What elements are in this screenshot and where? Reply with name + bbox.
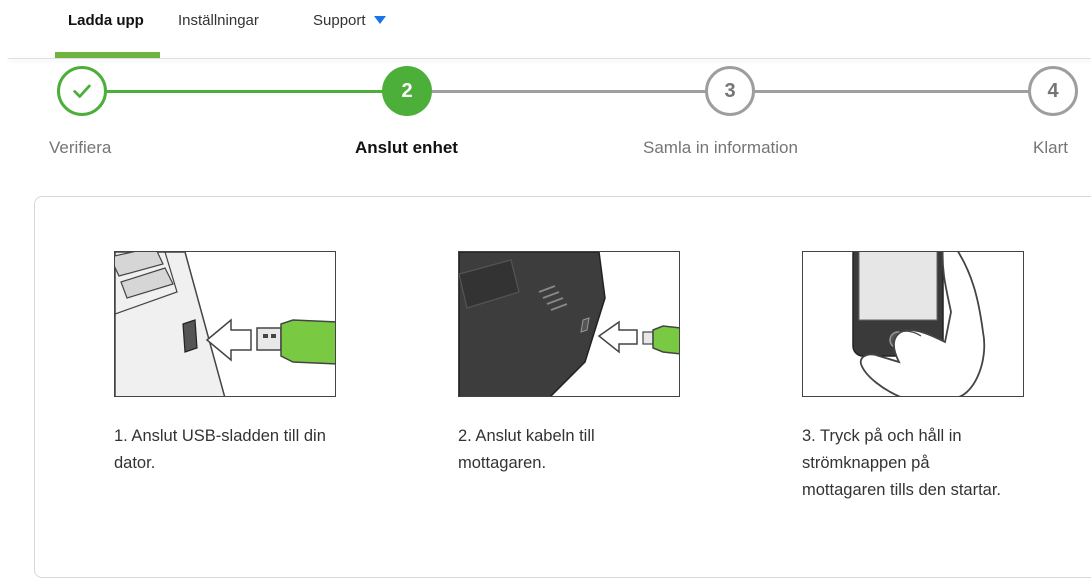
nav-support-label: Support — [313, 12, 366, 29]
step-2-label: Anslut enhet — [355, 138, 458, 157]
press-power-button-illustration — [802, 251, 1024, 397]
nav-menu-support[interactable]: Support — [313, 12, 386, 29]
caret-down-icon — [373, 16, 386, 24]
step-3-label: Samla in information — [643, 138, 798, 157]
step-1-label: Verifiera — [49, 138, 112, 157]
usb-to-computer-illustration — [114, 251, 336, 397]
nav-tab-settings[interactable]: Inställningar — [178, 12, 259, 29]
instruction-step-2: 2. Anslut kabeln till mottagaren. — [458, 427, 595, 472]
top-navigation: Ladda upp Inställningar Support — [0, 0, 1091, 58]
step-2-circle: 2 — [382, 66, 432, 116]
step-4-circle: 4 — [1028, 66, 1078, 116]
step-connector — [432, 90, 706, 93]
instruction-step-3: 3. Tryck på och håll in strömknappen på … — [802, 427, 1002, 499]
cable-to-receiver-illustration — [458, 251, 680, 397]
nav-tab-upload[interactable]: Ladda upp — [68, 12, 144, 29]
step-3-circle: 3 — [705, 66, 755, 116]
step-connector — [755, 90, 1029, 93]
step-connector-completed — [107, 90, 383, 93]
instruction-step-1: 1. Anslut USB-sladden till din dator. — [114, 427, 326, 472]
checkmark-icon — [73, 84, 91, 98]
step-1-circle — [57, 66, 107, 116]
step-4-label: Klart — [1033, 138, 1068, 157]
nav-divider — [8, 58, 1091, 59]
